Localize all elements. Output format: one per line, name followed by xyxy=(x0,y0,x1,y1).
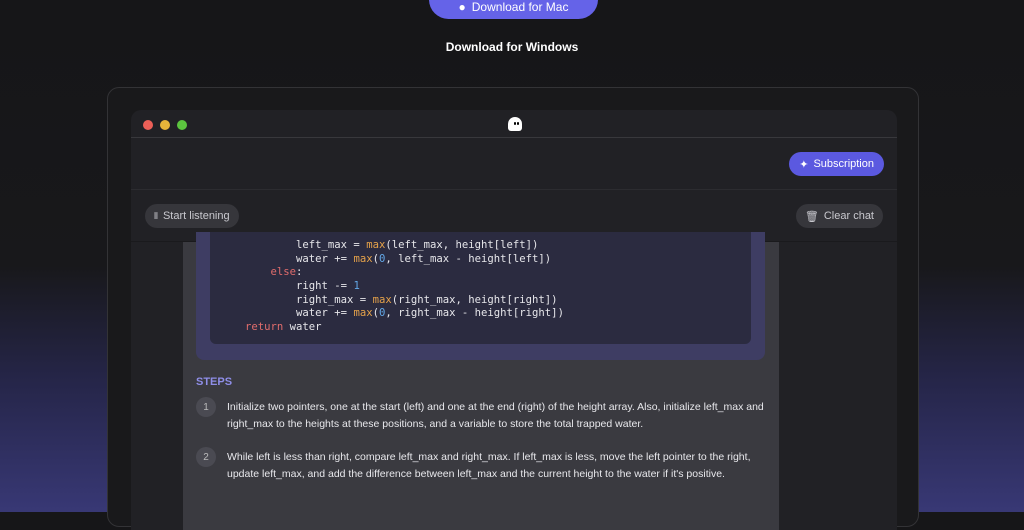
download-windows-link[interactable]: Download for Windows xyxy=(0,40,1024,54)
ghost-logo-icon xyxy=(508,117,522,131)
code-line: return water xyxy=(210,321,751,335)
step-number: 2 xyxy=(196,447,216,467)
download-mac-button[interactable]: ● Download for Mac xyxy=(429,0,598,19)
code-block-container: left_max = max(left_max, height[left]) w… xyxy=(196,232,765,360)
code-token: water xyxy=(283,321,322,334)
code-token: , left_max - height[left]) xyxy=(385,252,552,265)
code-token: right_max = xyxy=(245,293,373,306)
code-token: : xyxy=(296,266,303,279)
code-token: max xyxy=(366,239,386,251)
code-token: water += xyxy=(245,307,354,320)
title-bar xyxy=(131,110,897,138)
code-block: left_max = max(left_max, height[left]) w… xyxy=(210,232,751,344)
code-line: right -= 1 xyxy=(210,280,751,294)
code-token: water += xyxy=(245,252,354,265)
waveform-icon: ⦀ xyxy=(154,210,158,221)
steps-heading: STEPS xyxy=(196,376,233,388)
code-token: else xyxy=(270,266,297,279)
apple-icon: ● xyxy=(458,0,466,14)
step-number: 1 xyxy=(196,397,216,417)
app-window: ✦ Subscription ⦀ Start listening 🗑︎ Clea… xyxy=(131,110,897,530)
code-line: water += max(0, right_max - height[right… xyxy=(210,307,751,321)
code-line: right_max = max(right_max, height[right]… xyxy=(210,294,751,308)
sparkle-icon: ✦ xyxy=(799,158,809,171)
code-line: left_max = max(left_max, height[left]) xyxy=(210,239,751,253)
top-toolbar: ✦ Subscription xyxy=(131,138,897,190)
code-token: max xyxy=(353,307,373,320)
code-line: water += max(0, left_max - height[left]) xyxy=(210,253,751,267)
code-token: 1 xyxy=(353,280,360,293)
code-token: return xyxy=(245,321,284,334)
answer-panel: left_max = max(left_max, height[left]) w… xyxy=(183,232,779,530)
trash-icon: 🗑︎ xyxy=(804,210,819,223)
code-token: max xyxy=(372,293,392,306)
close-window-button[interactable] xyxy=(143,120,153,130)
code-token: (right_max, height[right]) xyxy=(391,293,558,306)
minimize-window-button[interactable] xyxy=(160,120,170,130)
clear-chat-button[interactable]: 🗑︎ Clear chat xyxy=(795,204,883,228)
code-token: right -= xyxy=(245,280,354,293)
subscription-button[interactable]: ✦ Subscription xyxy=(789,152,884,176)
code-token: , right_max - height[right]) xyxy=(385,307,564,320)
step-text: Initialize two pointers, one at the star… xyxy=(227,401,764,430)
code-token: (left_max, height[left]) xyxy=(385,239,539,251)
code-line: else: xyxy=(210,266,751,280)
maximize-window-button[interactable] xyxy=(177,120,187,130)
code-token: left_max = xyxy=(245,239,367,251)
start-listening-button[interactable]: ⦀ Start listening xyxy=(145,204,239,228)
step-text: While left is less than right, compare l… xyxy=(227,451,751,480)
code-token: max xyxy=(353,252,373,265)
